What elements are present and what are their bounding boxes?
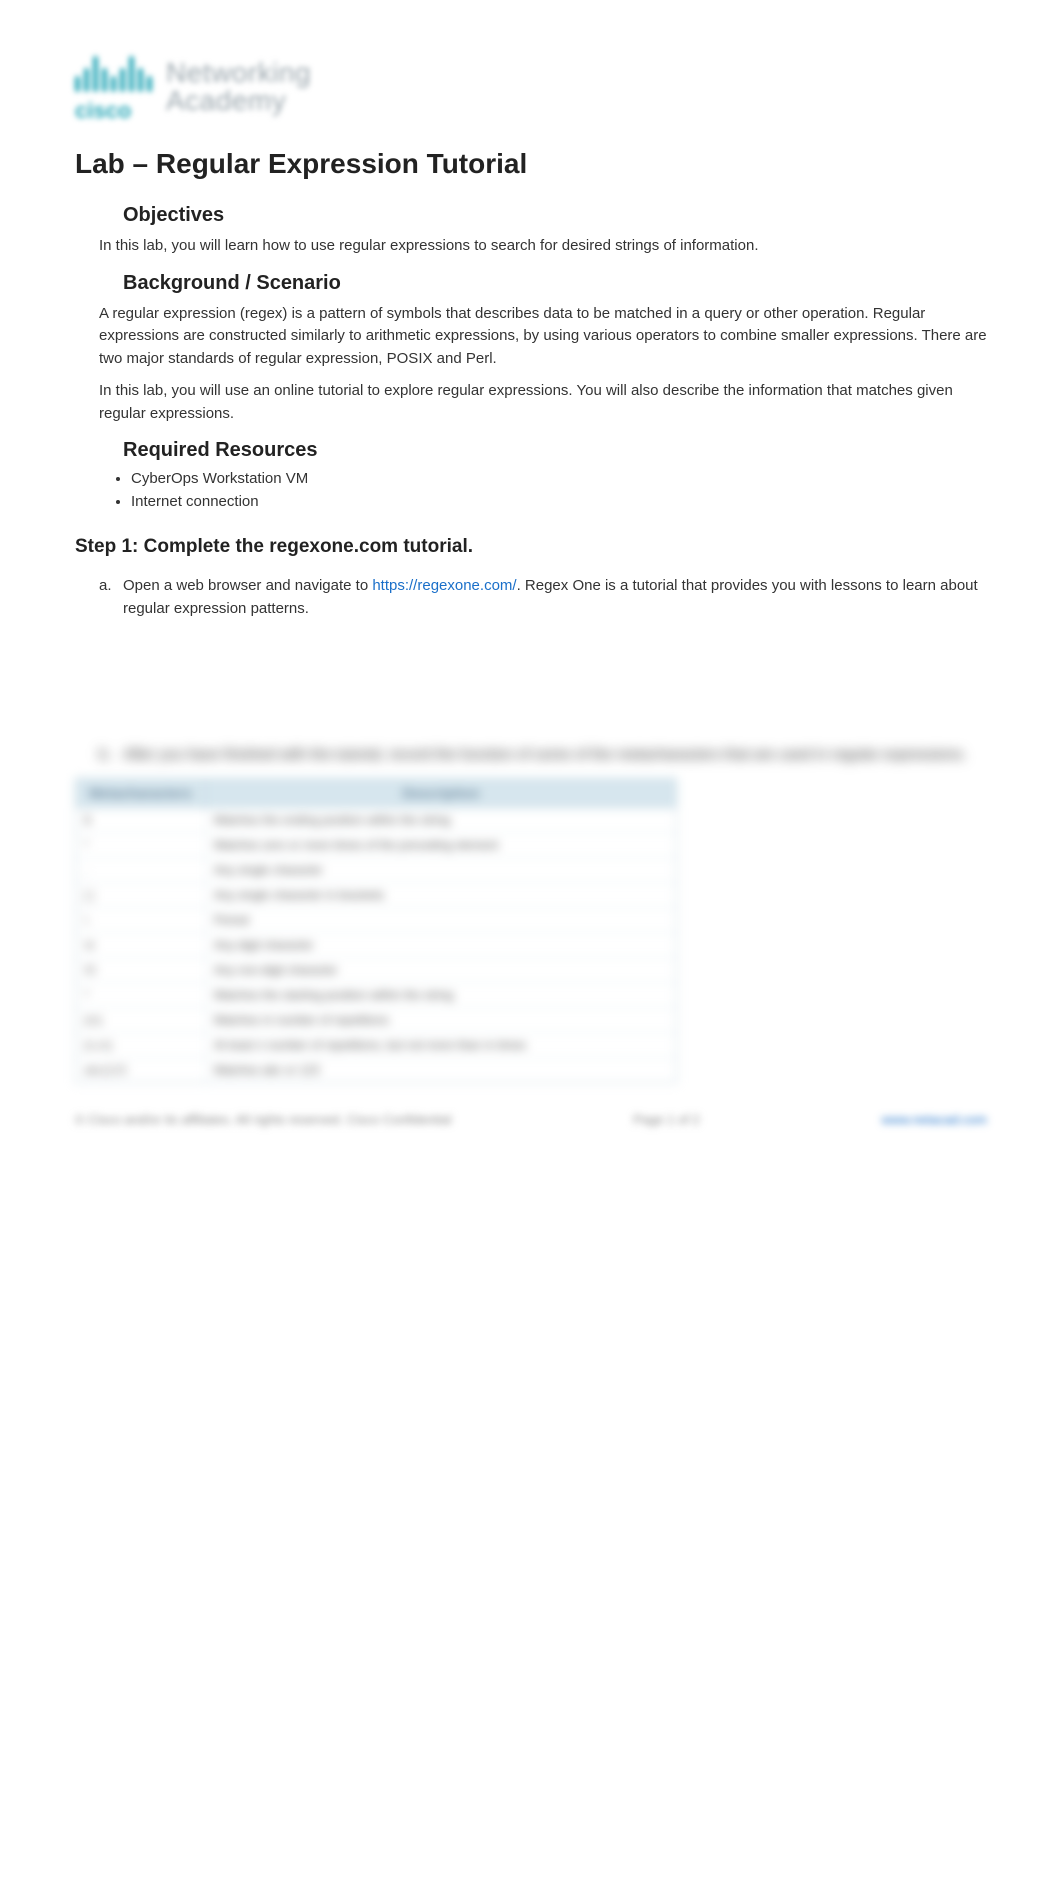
table-row: {m}Matches m number of repetitions <box>76 1008 676 1033</box>
step1-heading: Step 1: Complete the regexone.com tutori… <box>75 536 987 558</box>
step1-a-prefix: Open a web browser and navigate to <box>123 577 372 594</box>
background-heading: Background / Scenario <box>123 272 987 295</box>
objectives-heading: Objectives <box>123 204 987 227</box>
logo-line1: Networking <box>166 59 311 87</box>
table-row: abc|123Matches abc or 123 <box>76 1058 676 1082</box>
footer-left: © Cisco and/or its affiliates. All right… <box>75 1112 451 1127</box>
table-row: [ ]Any single character in brackets <box>76 883 676 908</box>
logo-line2: Academy <box>166 87 311 115</box>
step1-b-text: After you have finished with the tutoria… <box>123 743 987 766</box>
table-row: .Any single character <box>76 858 676 883</box>
step-letter-b: b. <box>99 743 123 766</box>
table-row: *Matches zero or more times of the prece… <box>76 833 676 858</box>
cisco-logo: cisco Networking Academy <box>75 50 987 124</box>
objectives-text: In this lab, you will learn how to use r… <box>99 235 987 258</box>
cisco-bars-icon <box>75 50 152 92</box>
table-row: \dAny digit character <box>76 933 676 958</box>
metachar-table: Metacharacters Description $Matches the … <box>75 778 677 1083</box>
table-row: $Matches the ending position within the … <box>76 808 676 833</box>
table-row: \.Period <box>76 908 676 933</box>
cisco-wordmark: cisco <box>75 98 152 124</box>
footer-right: www.netacad.com <box>881 1112 987 1127</box>
footer-center: Page 1 of 2 <box>633 1112 700 1127</box>
table-row: ^Matches the starting position within th… <box>76 983 676 1008</box>
resource-item: Internet connection <box>131 493 987 510</box>
table-header-col1: Metacharacters <box>76 779 206 807</box>
resources-list: CyberOps Workstation VM Internet connect… <box>131 470 987 510</box>
background-p2: In this lab, you will use an online tuto… <box>99 380 987 425</box>
step1-a: a. Open a web browser and navigate to ht… <box>99 574 987 621</box>
table-header: Metacharacters Description <box>76 779 676 808</box>
table-row: \DAny non-digit character <box>76 958 676 983</box>
table-row: {n,m}At least n number of repetitions, b… <box>76 1033 676 1058</box>
resource-item: CyberOps Workstation VM <box>131 470 987 487</box>
step1-b: b. After you have finished with the tuto… <box>99 743 987 766</box>
table-header-col2: Description <box>206 779 676 807</box>
regexone-link[interactable]: https://regexone.com/ <box>372 577 516 594</box>
step-letter-a: a. <box>99 574 123 621</box>
page-title: Lab – Regular Expression Tutorial <box>75 148 987 180</box>
background-p1: A regular expression (regex) is a patter… <box>99 303 987 371</box>
page-footer: © Cisco and/or its affiliates. All right… <box>75 1112 987 1127</box>
resources-heading: Required Resources <box>123 439 987 462</box>
